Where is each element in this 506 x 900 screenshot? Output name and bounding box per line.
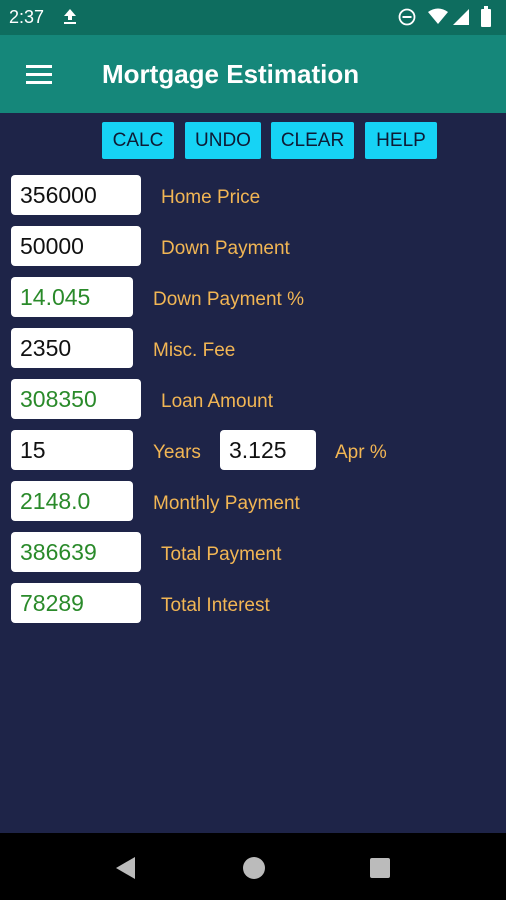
do-not-disturb-icon <box>398 8 416 26</box>
undo-button[interactable]: UNDO <box>185 122 261 159</box>
total-payment-field[interactable]: 386639 <box>11 532 141 572</box>
monthly-payment-field[interactable]: 2148.0 <box>11 481 133 521</box>
apr-label: Apr % <box>335 442 387 463</box>
total-interest-label: Total Interest <box>161 595 270 616</box>
app-title: Mortgage Estimation <box>102 59 360 89</box>
loan-amount-field[interactable]: 308350 <box>11 379 141 419</box>
total-interest-field[interactable]: 78289 <box>11 583 141 623</box>
status-time: 2:37 <box>9 7 45 27</box>
hamburger-menu-icon[interactable] <box>22 59 56 89</box>
down-payment-input[interactable]: 50000 <box>11 226 141 266</box>
home-circle-icon[interactable] <box>243 857 265 879</box>
status-bar: 2:37 <box>0 0 506 35</box>
apr-input[interactable]: 3.125 <box>220 430 316 470</box>
misc-fee-label: Misc. Fee <box>153 340 236 361</box>
home-price-input[interactable]: 356000 <box>11 175 141 215</box>
calc-button[interactable]: CALC <box>102 122 174 159</box>
down-payment-label: Down Payment <box>161 238 290 259</box>
wifi-icon <box>428 8 448 24</box>
home-price-label: Home Price <box>161 187 261 208</box>
loan-amount-label: Loan Amount <box>161 391 273 412</box>
battery-icon <box>481 6 491 27</box>
years-label: Years <box>153 442 201 463</box>
system-nav-bar <box>0 833 506 900</box>
help-button[interactable]: HELP <box>365 122 437 159</box>
total-payment-label: Total Payment <box>161 544 282 565</box>
signal-icon <box>453 9 469 25</box>
years-input[interactable]: 15 <box>11 430 133 470</box>
back-triangle-icon[interactable] <box>113 855 139 881</box>
clear-button[interactable]: CLEAR <box>271 122 354 159</box>
down-payment-pct-field[interactable]: 14.045 <box>11 277 133 317</box>
down-payment-pct-label: Down Payment % <box>153 289 305 310</box>
recents-square-icon[interactable] <box>370 858 390 878</box>
monthly-payment-label: Monthly Payment <box>153 493 300 514</box>
upload-icon <box>64 9 76 24</box>
misc-fee-input[interactable]: 2350 <box>11 328 133 368</box>
app-bar: Mortgage Estimation <box>0 35 506 113</box>
